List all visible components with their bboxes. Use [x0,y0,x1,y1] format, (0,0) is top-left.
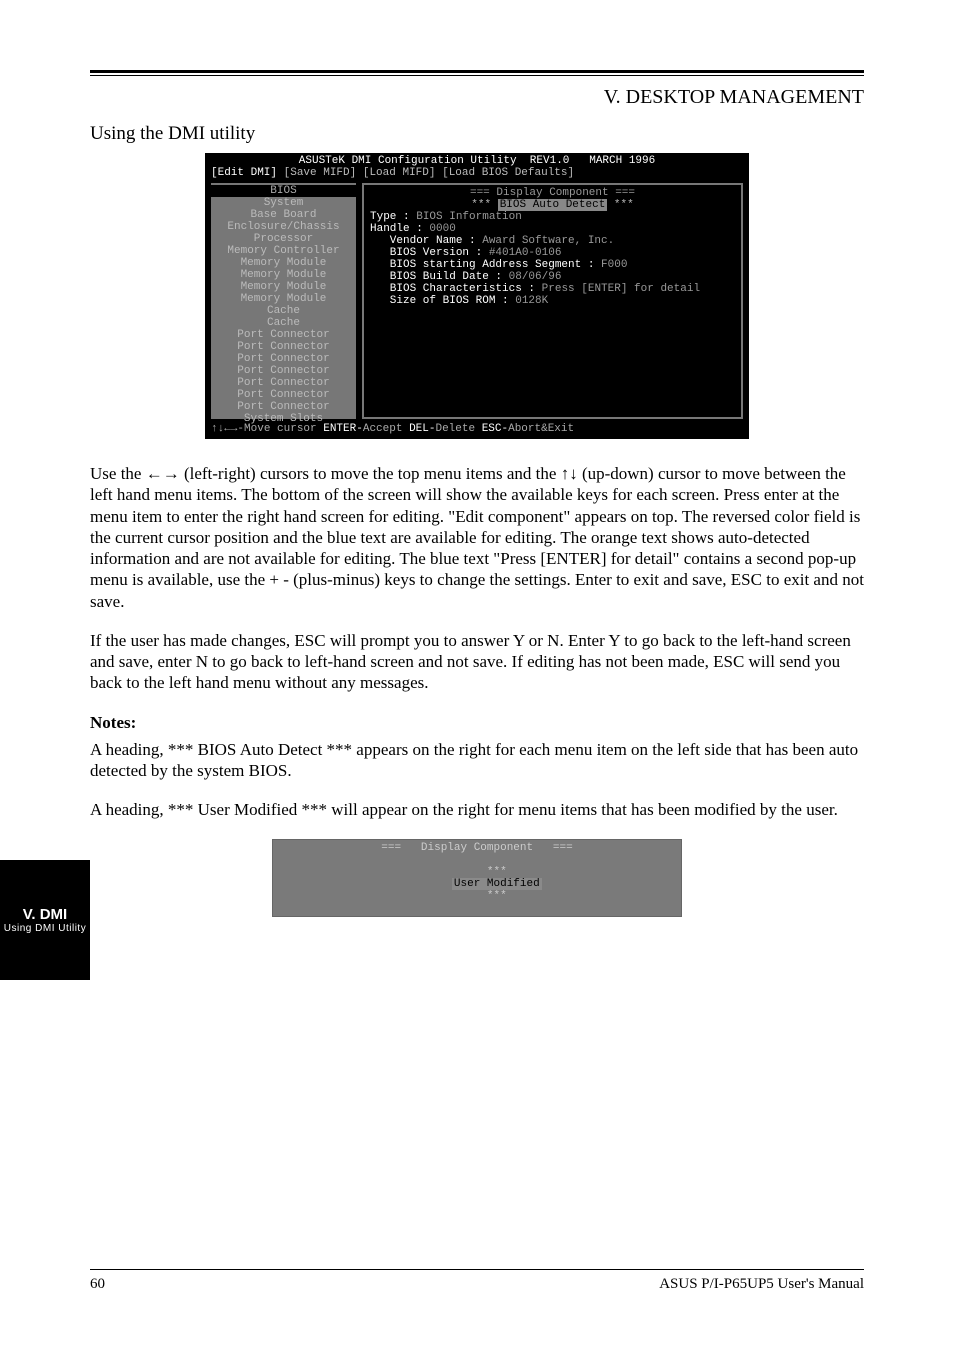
section-header: V. DESKTOP MANAGEMENT [90,86,864,109]
bios-title: ASUSTeK DMI Configuration Utility REV1.0… [205,153,749,167]
segment-label: BIOS starting Address Segment : [370,259,601,271]
list-item[interactable]: Cache [211,317,356,329]
component-detail-panel: === Display Component === *** BIOS Auto … [362,183,743,419]
bios-top-menu: [Edit DMI] [Save MIFD] [Load MIFD] [Load… [205,167,749,181]
characteristics-label: BIOS Characteristics : [370,283,542,295]
page-footer: 60 ASUS P/I-P65UP5 User's Manual [90,1269,864,1293]
list-item[interactable]: Processor [211,233,356,245]
type-value: BIOS Information [416,211,522,223]
vendor-value: Award Software, Inc. [482,235,614,247]
scroll-up-icon[interactable]: ▲ [199,181,204,193]
version-value: #401A0-0106 [489,247,562,259]
list-item[interactable]: Memory Module [211,269,356,281]
page-number: 60 [90,1276,105,1293]
manual-title: ASUS P/I-P65UP5 User's Manual [659,1276,864,1293]
vendor-label: Vendor Name : [370,235,482,247]
snippet-title: === Display Component === [273,842,681,854]
side-tab-subtitle: Using DMI Utility [4,923,86,934]
handle-value: 0000 [429,223,455,235]
list-item[interactable]: BIOS [211,185,356,197]
snippet-user-modified: *** User Modified *** [273,854,681,914]
list-item[interactable]: Port Connector [211,365,356,377]
version-label: BIOS Version : [370,247,489,259]
side-tab-title: V. DMI [23,906,67,923]
notes-heading: Notes: [90,713,136,732]
list-item[interactable]: Base Board [211,209,356,221]
rom-size-value: 0128K [515,295,548,307]
list-item[interactable]: Port Connector [211,401,356,413]
list-item[interactable]: Memory Controller [211,245,356,257]
list-item[interactable]: Memory Module [211,293,356,305]
rom-size-label: Size of BIOS ROM : [370,295,515,307]
type-label: Type : [370,211,416,223]
segment-value: F000 [601,259,627,271]
handle-label: Handle : [370,223,429,235]
list-item[interactable]: Port Connector [211,377,356,389]
instruction-paragraph-2: If the user has made changes, ESC will p… [90,630,864,694]
characteristics-value[interactable]: Press [ENTER] for detail [542,283,700,295]
notes-paragraph-1: A heading, *** BIOS Auto Detect *** appe… [90,739,864,782]
list-item[interactable]: Memory Module [211,281,356,293]
subheading: Using the DMI utility [90,123,864,145]
list-item[interactable]: Enclosure/Chassis [211,221,356,233]
menu-load-mifd[interactable]: [Load MIFD] [363,167,436,179]
top-rule-thin [90,75,864,76]
list-item[interactable]: Port Connector [211,389,356,401]
list-item[interactable]: Cache [211,305,356,317]
menu-load-bios-defaults[interactable]: [Load BIOS Defaults] [442,167,574,179]
panel-title: === Display Component === [470,187,635,199]
list-item[interactable]: Port Connector [211,329,356,341]
user-modified-snippet: === Display Component === *** User Modif… [272,839,682,917]
build-date-label: BIOS Build Date : [370,271,509,283]
menu-edit-dmi[interactable]: [Edit DMI] [211,167,277,179]
menu-save-mifd[interactable]: [Save MIFD] [284,167,357,179]
instruction-paragraph-1: Use the ←→ (left-right) cursors to move … [90,463,864,612]
list-item[interactable]: System Slots [211,413,356,425]
top-rule-thick [90,70,864,73]
list-item[interactable]: Port Connector [211,353,356,365]
component-list[interactable]: BIOS System Base Board Enclosure/Chassis… [211,183,356,419]
list-item[interactable]: Port Connector [211,341,356,353]
bios-screenshot: ASUSTeK DMI Configuration Utility REV1.0… [205,153,749,439]
scroll-down-icon[interactable]: ▼ [199,409,204,421]
list-item[interactable]: System [211,197,356,209]
side-tab: V. DMI Using DMI Utility [0,860,90,980]
notes-paragraph-2: A heading, *** User Modified *** will ap… [90,799,864,820]
auto-detect-heading: *** BIOS Auto Detect *** [370,199,735,211]
list-item[interactable]: Memory Module [211,257,356,269]
build-date-value: 08/06/96 [509,271,562,283]
